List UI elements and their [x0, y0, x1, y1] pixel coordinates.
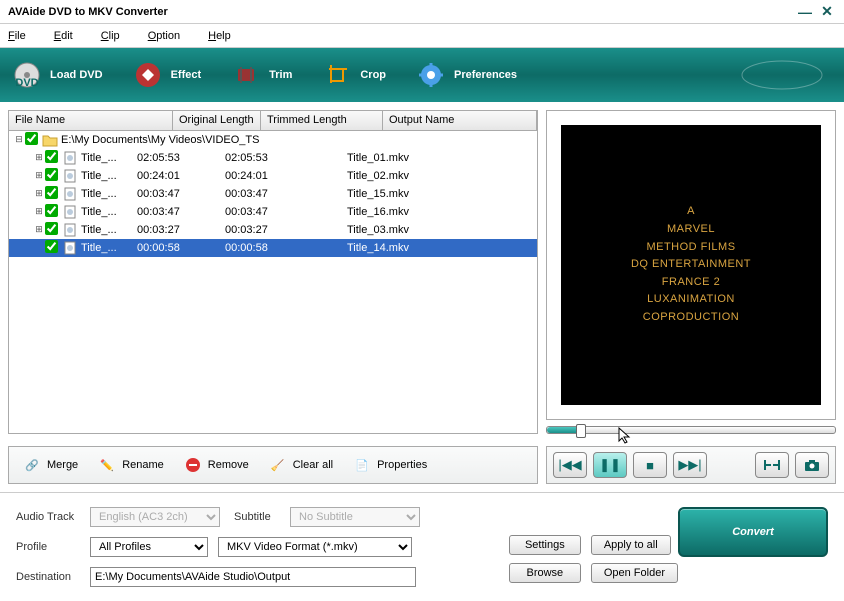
- destination-label: Destination: [16, 571, 90, 583]
- profile-label: Profile: [16, 541, 90, 553]
- bracket-button[interactable]: [755, 452, 789, 478]
- table-row[interactable]: Title_...00:00:5800:00:58Title_14.mkv: [9, 239, 537, 257]
- preferences-button[interactable]: Preferences: [416, 60, 517, 90]
- preview-video: A MARVEL METHOD FILMS DQ ENTERTAINMENT F…: [546, 110, 836, 420]
- prev-button[interactable]: |◀◀: [553, 452, 587, 478]
- table-row[interactable]: ⊞Title_...00:03:4700:03:47Title_15.mkv: [9, 185, 537, 203]
- gear-icon: [416, 60, 446, 90]
- remove-icon: [184, 456, 202, 474]
- table-row[interactable]: ⊞Title_...00:03:4700:03:47Title_16.mkv: [9, 203, 537, 221]
- row-checkbox[interactable]: [45, 240, 58, 253]
- menu-clip[interactable]: Clip: [101, 30, 120, 42]
- profile-category-select[interactable]: All Profiles: [90, 537, 208, 557]
- destination-input[interactable]: [90, 567, 416, 587]
- close-button[interactable]: ✕: [818, 4, 836, 20]
- settings-panel: Audio Track English (AC3 2ch) Subtitle N…: [0, 492, 844, 601]
- toolbar-decoration: [732, 55, 832, 95]
- collapse-icon[interactable]: ⊟: [13, 135, 25, 145]
- expand-icon[interactable]: ⊞: [33, 207, 45, 217]
- col-trimmed-length[interactable]: Trimmed Length: [261, 111, 383, 130]
- subtitle-label: Subtitle: [220, 511, 290, 523]
- table-row[interactable]: ⊞Title_...02:05:5302:05:53Title_01.mkv: [9, 149, 537, 167]
- video-file-icon: [61, 169, 79, 183]
- row-checkbox[interactable]: [45, 150, 58, 163]
- video-file-icon: [61, 223, 79, 237]
- apply-to-all-button[interactable]: Apply to all: [591, 535, 671, 555]
- table-row[interactable]: ⊞Title_...00:03:2700:03:27Title_03.mkv: [9, 221, 537, 239]
- column-headers: File Name Original Length Trimmed Length…: [9, 111, 537, 131]
- svg-text:DVD: DVD: [15, 77, 38, 89]
- audio-track-select[interactable]: English (AC3 2ch): [90, 507, 220, 527]
- effect-button[interactable]: Effect: [133, 60, 202, 90]
- row-checkbox[interactable]: [45, 204, 58, 217]
- rename-button[interactable]: ✏️Rename: [88, 452, 174, 478]
- playback-slider[interactable]: [546, 426, 836, 434]
- menu-file[interactable]: File: [8, 30, 26, 42]
- expand-icon[interactable]: ⊞: [33, 225, 45, 235]
- crop-button[interactable]: Crop: [322, 60, 386, 90]
- convert-button[interactable]: Convert: [678, 507, 828, 557]
- trim-icon: [231, 60, 261, 90]
- expand-icon[interactable]: ⊞: [33, 171, 45, 181]
- menu-option[interactable]: Option: [148, 30, 180, 42]
- playback-controls: |◀◀ ❚❚ ■ ▶▶|: [546, 446, 836, 484]
- video-file-icon: [61, 151, 79, 165]
- broom-icon: 🧹: [269, 456, 287, 474]
- menubar: File Edit Clip Option Help: [0, 24, 844, 48]
- remove-button[interactable]: Remove: [174, 452, 259, 478]
- dvd-icon: DVD: [12, 60, 42, 90]
- trim-button[interactable]: Trim: [231, 60, 292, 90]
- col-output-name[interactable]: Output Name: [383, 111, 537, 130]
- row-checkbox[interactable]: [45, 168, 58, 181]
- minimize-button[interactable]: —: [796, 4, 814, 20]
- effect-icon: [133, 60, 163, 90]
- pause-button[interactable]: ❚❚: [593, 452, 627, 478]
- preview-screen: A MARVEL METHOD FILMS DQ ENTERTAINMENT F…: [561, 125, 821, 405]
- properties-icon: 📄: [353, 456, 371, 474]
- action-bar: 🔗Merge ✏️Rename Remove 🧹Clear all 📄Prope…: [8, 446, 538, 484]
- titlebar: AVAide DVD to MKV Converter — ✕: [0, 0, 844, 24]
- load-dvd-button[interactable]: DVD Load DVD: [12, 60, 103, 90]
- clear-all-button[interactable]: 🧹Clear all: [259, 452, 343, 478]
- video-file-icon: [61, 187, 79, 201]
- audio-track-label: Audio Track: [16, 511, 90, 523]
- browse-button[interactable]: Browse: [509, 563, 581, 583]
- next-button[interactable]: ▶▶|: [673, 452, 707, 478]
- properties-button[interactable]: 📄Properties: [343, 452, 437, 478]
- subtitle-select[interactable]: No Subtitle: [290, 507, 420, 527]
- folder-icon: [41, 133, 59, 147]
- video-file-icon: [61, 205, 79, 219]
- col-filename[interactable]: File Name: [9, 111, 173, 130]
- video-file-icon: [61, 241, 79, 255]
- expand-icon[interactable]: ⊞: [33, 189, 45, 199]
- row-checkbox[interactable]: [45, 222, 58, 235]
- crop-icon: [322, 60, 352, 90]
- pencil-icon: ✏️: [98, 456, 116, 474]
- table-row[interactable]: ⊞Title_...00:24:0100:24:01Title_02.mkv: [9, 167, 537, 185]
- file-tree[interactable]: ⊟ E:\My Documents\My Videos\VIDEO_TS ⊞Ti…: [9, 131, 537, 433]
- profile-format-select[interactable]: MKV Video Format (*.mkv): [218, 537, 412, 557]
- file-list-panel: File Name Original Length Trimmed Length…: [8, 110, 538, 434]
- expand-icon[interactable]: ⊞: [33, 153, 45, 163]
- root-checkbox[interactable]: [25, 132, 38, 145]
- preview-panel: A MARVEL METHOD FILMS DQ ENTERTAINMENT F…: [546, 110, 836, 434]
- menu-edit[interactable]: Edit: [54, 30, 73, 42]
- slider-thumb[interactable]: [576, 424, 586, 438]
- settings-button[interactable]: Settings: [509, 535, 581, 555]
- snapshot-button[interactable]: [795, 452, 829, 478]
- open-folder-button[interactable]: Open Folder: [591, 563, 678, 583]
- menu-help[interactable]: Help: [208, 30, 231, 42]
- tree-root[interactable]: ⊟ E:\My Documents\My Videos\VIDEO_TS: [9, 131, 537, 149]
- merge-button[interactable]: 🔗Merge: [13, 452, 88, 478]
- merge-icon: 🔗: [23, 456, 41, 474]
- main-toolbar: DVD Load DVD Effect Trim Crop Preference…: [0, 48, 844, 102]
- stop-button[interactable]: ■: [633, 452, 667, 478]
- window-title: AVAide DVD to MKV Converter: [8, 6, 792, 18]
- row-checkbox[interactable]: [45, 186, 58, 199]
- col-original-length[interactable]: Original Length: [173, 111, 261, 130]
